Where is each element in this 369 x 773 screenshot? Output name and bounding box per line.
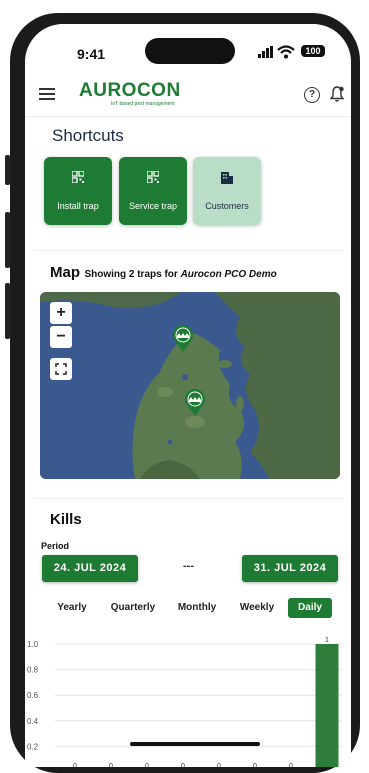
- dynamic-island: [145, 38, 235, 64]
- phone-side-button: [5, 212, 10, 268]
- building-icon: [221, 172, 233, 184]
- period-tab-monthly[interactable]: Monthly: [173, 598, 221, 618]
- chart-y-tick-label: 0.2: [27, 742, 39, 751]
- chart-y-tick-label: 0.4: [27, 717, 39, 726]
- date-separator: ---: [183, 560, 194, 572]
- map-organization: Aurocon PCO Demo: [180, 269, 277, 280]
- bell-icon[interactable]: [330, 86, 344, 102]
- chart-y-tick-label: 0.6: [27, 691, 39, 700]
- status-bar: 9:41 100: [25, 24, 351, 72]
- cellular-signal-icon: [258, 46, 273, 58]
- end-date-button[interactable]: 31. JUL 2024: [242, 555, 338, 582]
- battery-indicator: 100: [301, 45, 325, 57]
- chart-data-label: 0: [109, 763, 113, 767]
- zoom-out-button[interactable]: −: [50, 326, 72, 348]
- aurocon-logo: AUROCON IoT based pest management: [79, 80, 181, 107]
- chart-y-tick-label: 0.8: [27, 666, 39, 675]
- hamburger-menu-icon[interactable]: [39, 88, 55, 102]
- chart-bar: [315, 644, 339, 767]
- install-trap-label: Install trap: [57, 201, 99, 211]
- trap-map[interactable]: + −: [40, 292, 340, 479]
- start-date-button[interactable]: 24. JUL 2024: [42, 555, 138, 582]
- chart-data-label: 0: [181, 763, 185, 767]
- period-tab-yearly[interactable]: Yearly: [52, 598, 92, 618]
- customers-label: Customers: [205, 201, 249, 211]
- section-divider: [35, 498, 345, 499]
- app-screen: 9:41 100 AUROCON IoT based pest manageme…: [25, 24, 351, 767]
- chart-data-label: 0: [145, 763, 149, 767]
- service-trap-label: Service trap: [128, 201, 178, 211]
- qr-code-icon: [147, 171, 159, 183]
- map-header: Map Showing 2 traps for Aurocon PCO Demo: [50, 264, 277, 282]
- period-label: Period: [41, 541, 70, 551]
- help-circle-icon[interactable]: ?: [304, 87, 320, 103]
- fullscreen-icon: [55, 363, 67, 375]
- chart-data-label: 0: [73, 763, 77, 767]
- section-divider: [35, 250, 345, 251]
- map-subtitle: Showing 2 traps for: [84, 269, 181, 280]
- period-tab-daily[interactable]: Daily: [288, 598, 332, 618]
- trap-marker-icon[interactable]: [172, 325, 194, 353]
- customers-button[interactable]: Customers: [193, 157, 261, 225]
- shortcuts-title: Shortcuts: [52, 126, 124, 145]
- app-bar: AUROCON IoT based pest management ?: [25, 76, 351, 117]
- fullscreen-button[interactable]: [50, 358, 72, 380]
- service-trap-button[interactable]: Service trap: [119, 157, 187, 225]
- phone-side-button: [5, 283, 10, 339]
- wifi-icon: [277, 45, 295, 59]
- status-time: 9:41: [77, 46, 106, 62]
- qr-code-icon: [72, 171, 84, 183]
- period-tab-quarterly[interactable]: Quarterly: [105, 598, 161, 618]
- map-title: Map: [50, 264, 80, 281]
- kills-title: Kills: [50, 511, 82, 528]
- zoom-in-button[interactable]: +: [50, 302, 72, 324]
- home-indicator: [130, 742, 260, 746]
- chart-data-label: 1: [325, 637, 329, 644]
- map-tiles: [40, 292, 340, 479]
- chart-data-label: 0: [253, 763, 257, 767]
- chart-data-label: 0: [289, 763, 293, 767]
- chart-y-tick-label: 1.0: [27, 640, 39, 649]
- trap-marker-icon[interactable]: [184, 389, 206, 417]
- install-trap-button[interactable]: Install trap: [44, 157, 112, 225]
- chart-data-label: 0: [217, 763, 221, 767]
- period-tab-weekly[interactable]: Weekly: [235, 598, 279, 618]
- phone-side-button: [5, 155, 10, 185]
